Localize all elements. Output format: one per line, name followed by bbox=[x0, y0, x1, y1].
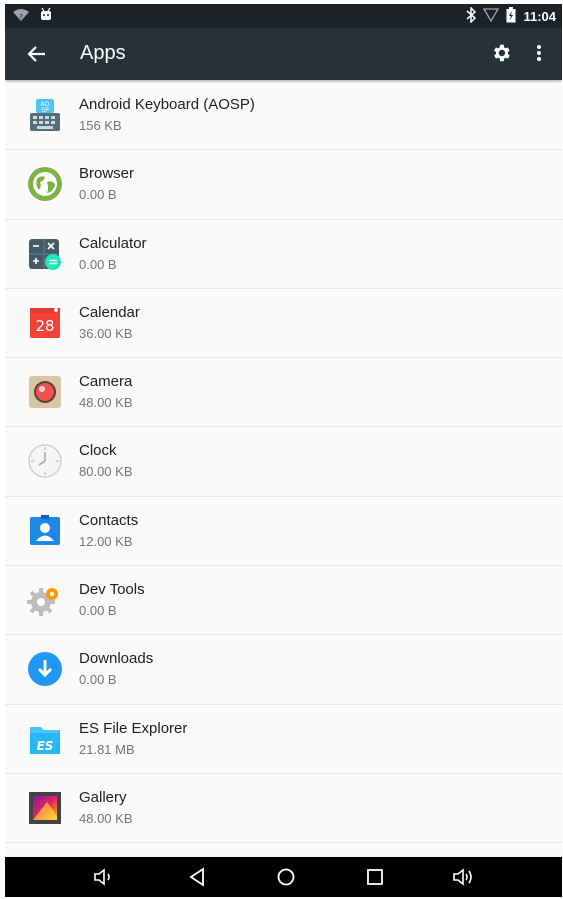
navigation-bar bbox=[5, 857, 562, 897]
app-size: 0.00 B bbox=[79, 187, 117, 203]
app-size: 48.00 KB bbox=[79, 395, 133, 411]
globe-icon bbox=[27, 166, 63, 202]
app-size: 21.81 MB bbox=[79, 741, 135, 757]
app-name: Clock bbox=[79, 442, 117, 460]
app-size: 0.00 B bbox=[79, 603, 117, 619]
clock-time: 11:04 bbox=[523, 9, 556, 24]
list-item[interactable]: Gallery 48.00 KB bbox=[5, 774, 562, 844]
gear-icon[interactable] bbox=[490, 42, 512, 64]
battery-icon bbox=[506, 7, 516, 26]
app-list: AO SP Android Keyboard (AOSP) 156 KB Bro… bbox=[5, 81, 562, 844]
clock-icon bbox=[27, 443, 63, 479]
svg-text:SP: SP bbox=[41, 107, 49, 114]
list-item[interactable]: Contacts 12.00 KB bbox=[5, 497, 562, 567]
svg-text:?: ? bbox=[19, 13, 23, 21]
app-size: 0.00 B bbox=[79, 672, 117, 688]
list-item[interactable]: 28 Calendar 36.00 KB bbox=[5, 289, 562, 359]
es-file-explorer-icon: ES bbox=[27, 721, 63, 757]
calendar-icon: 28 bbox=[27, 305, 63, 341]
list-item[interactable]: ES ES File Explorer 21.81 MB bbox=[5, 705, 562, 774]
home-icon[interactable] bbox=[274, 865, 298, 889]
android-debug-icon bbox=[39, 7, 53, 27]
list-item[interactable]: Browser 0.00 B bbox=[5, 150, 562, 220]
app-size: 80.00 KB bbox=[79, 464, 133, 480]
signal-icon bbox=[483, 8, 500, 25]
wifi-unknown-icon: ? bbox=[13, 8, 29, 27]
app-size: 0.00 B bbox=[79, 256, 117, 272]
app-name: ES File Explorer bbox=[79, 719, 188, 737]
more-vert-icon[interactable] bbox=[530, 41, 548, 65]
app-size: 156 KB bbox=[79, 118, 122, 133]
app-name: Dev Tools bbox=[79, 581, 145, 599]
app-name: Android Keyboard (AOSP) bbox=[79, 96, 255, 113]
app-size: 48.00 KB bbox=[79, 810, 133, 826]
screen: ? 11:04 Apps AO SP Android Keyboard (AOS… bbox=[5, 4, 562, 897]
list-item[interactable]: AO SP Android Keyboard (AOSP) 156 KB bbox=[5, 81, 562, 151]
dev-tools-icon bbox=[27, 582, 63, 618]
back-icon[interactable] bbox=[185, 865, 209, 889]
es-icon-text: ES bbox=[37, 739, 54, 753]
app-name: Calculator bbox=[79, 234, 147, 252]
download-icon bbox=[27, 651, 63, 687]
gallery-icon bbox=[27, 790, 63, 826]
app-name: Calendar bbox=[79, 303, 140, 321]
page-title: Apps bbox=[80, 42, 126, 64]
bluetooth-icon bbox=[466, 6, 477, 26]
calculator-icon bbox=[27, 236, 63, 272]
back-arrow-icon[interactable] bbox=[25, 42, 49, 66]
list-item[interactable]: Dev Tools 0.00 B bbox=[5, 566, 562, 636]
volume-up-icon[interactable] bbox=[452, 865, 476, 889]
app-name: Contacts bbox=[79, 511, 139, 529]
volume-down-icon[interactable] bbox=[92, 865, 116, 889]
calendar-icon-day: 28 bbox=[35, 317, 54, 335]
app-name: Browser bbox=[79, 165, 135, 183]
camera-icon bbox=[27, 374, 63, 410]
list-item[interactable]: Calculator 0.00 B bbox=[5, 220, 562, 289]
app-size: 36.00 KB bbox=[79, 325, 133, 341]
list-item[interactable]: Downloads 0.00 B bbox=[5, 635, 562, 705]
list-item[interactable]: Camera 48.00 KB bbox=[5, 358, 562, 428]
app-bar: Apps bbox=[5, 28, 562, 80]
app-name: Camera bbox=[79, 373, 133, 391]
keyboard-icon: AO SP bbox=[27, 97, 63, 133]
app-name: Gallery bbox=[79, 788, 127, 806]
app-name: Downloads bbox=[79, 650, 154, 668]
recents-icon[interactable] bbox=[363, 865, 387, 889]
status-bar: ? 11:04 bbox=[5, 4, 562, 28]
app-size: 12.00 KB bbox=[79, 533, 133, 549]
list-item[interactable]: Clock 80.00 KB bbox=[5, 427, 562, 497]
contacts-icon bbox=[27, 513, 63, 549]
